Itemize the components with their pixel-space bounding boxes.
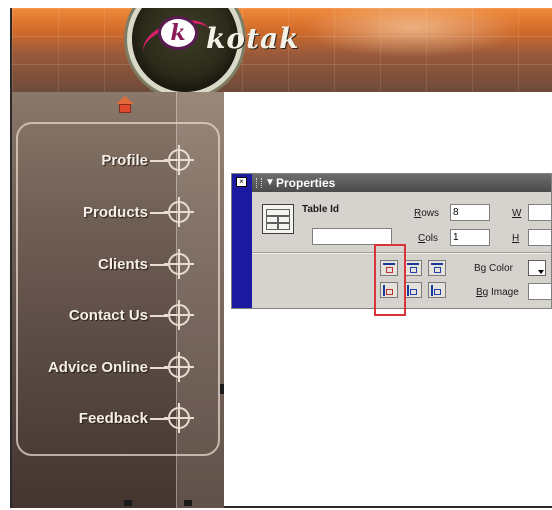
nav-item-profile[interactable]: Profile xyxy=(18,145,218,176)
home-icon-roof xyxy=(116,96,134,104)
panel-titlebar[interactable]: ▼ Properties xyxy=(252,174,551,192)
table-icon-cell xyxy=(266,209,290,216)
panel-title: Properties xyxy=(276,176,336,190)
height-label-key: H xyxy=(512,233,520,244)
bg-image-label: Bg Image xyxy=(476,287,519,298)
resize-handle[interactable] xyxy=(124,500,132,506)
bg-color-label: Bg Color xyxy=(474,263,513,274)
sidebar-navigation: Profile Products Clients Contact Us Advi… xyxy=(12,92,224,508)
nav-panel: Profile Products Clients Contact Us Advi… xyxy=(16,122,220,456)
resize-handle[interactable] xyxy=(220,384,224,394)
cols-label-rest: ols xyxy=(425,233,439,244)
panel-side-bar: × xyxy=(232,174,252,308)
crosshair-icon xyxy=(164,300,194,330)
nav-label: Clients xyxy=(97,256,148,273)
home-icon[interactable] xyxy=(116,96,134,116)
nav-label: Contact Us xyxy=(68,307,148,324)
cell-padding-percent-button[interactable] xyxy=(428,260,446,276)
crosshair-icon xyxy=(164,403,194,433)
crosshair-icon xyxy=(164,197,194,227)
banner-glow xyxy=(302,8,522,58)
cell-padding-percent-icon-bar xyxy=(431,263,443,265)
cell-spacing-percent-icon-bar xyxy=(431,285,433,296)
grip-icon[interactable] xyxy=(256,178,262,188)
table-id-input[interactable] xyxy=(312,228,392,245)
rows-input[interactable] xyxy=(450,204,490,221)
close-icon[interactable]: × xyxy=(236,177,247,187)
highlight-annotation-box xyxy=(374,244,406,316)
rows-label-rest: ows xyxy=(421,208,440,219)
crosshair-icon xyxy=(164,352,194,382)
nav-item-advice-online[interactable]: Advice Online xyxy=(18,352,218,383)
table-icon-cell xyxy=(266,216,278,223)
logo-emblem: k xyxy=(158,16,198,50)
nav-label: Feedback xyxy=(78,410,148,427)
nav-label: Advice Online xyxy=(47,359,148,376)
cell-padding-px-button[interactable] xyxy=(404,260,422,276)
cell-spacing-percent-button[interactable] xyxy=(428,282,446,298)
cell-spacing-px-button[interactable] xyxy=(404,282,422,298)
bg-image-input[interactable] xyxy=(528,283,551,300)
bg-image-label-key: B xyxy=(476,287,483,298)
site-header-banner: k kotak xyxy=(12,8,552,92)
table-icon-cell xyxy=(266,223,278,230)
cell-spacing-percent-icon-square xyxy=(434,289,441,295)
cell-spacing-px-icon-square xyxy=(410,289,417,295)
height-input[interactable] xyxy=(528,229,551,246)
nav-item-feedback[interactable]: Feedback xyxy=(18,403,218,434)
home-icon-wall xyxy=(119,104,131,113)
nav-item-clients[interactable]: Clients xyxy=(18,249,218,280)
nav-label: Products xyxy=(82,204,148,221)
table-id-label: Table Id xyxy=(302,204,340,215)
table-icon xyxy=(262,204,294,234)
crosshair-icon xyxy=(164,249,194,279)
cell-spacing-px-icon-bar xyxy=(407,285,409,296)
cols-label: Cols xyxy=(418,233,438,244)
bg-image-label-rest: g Image xyxy=(482,287,519,298)
logo-wordmark: kotak xyxy=(206,22,300,55)
crosshair-icon xyxy=(164,145,194,175)
resize-handle[interactable] xyxy=(184,500,192,506)
nav-item-contact-us[interactable]: Contact Us xyxy=(18,300,218,331)
bg-color-picker[interactable] xyxy=(528,260,546,276)
height-label: H xyxy=(512,233,519,244)
cell-padding-px-icon-square xyxy=(410,267,417,273)
table-icon-cell xyxy=(278,223,290,230)
width-input[interactable] xyxy=(528,204,551,221)
cols-input[interactable] xyxy=(450,229,490,246)
width-label-key: W xyxy=(512,208,522,219)
nav-item-products[interactable]: Products xyxy=(18,197,218,228)
width-label: W xyxy=(512,208,521,219)
rows-label: Rows xyxy=(414,208,439,219)
cell-padding-px-icon-bar xyxy=(407,263,419,265)
collapse-arrow-icon[interactable]: ▼ xyxy=(265,177,275,188)
nav-label: Profile xyxy=(101,152,148,169)
cell-padding-percent-icon-square xyxy=(434,267,441,273)
table-icon-cell xyxy=(278,216,290,223)
